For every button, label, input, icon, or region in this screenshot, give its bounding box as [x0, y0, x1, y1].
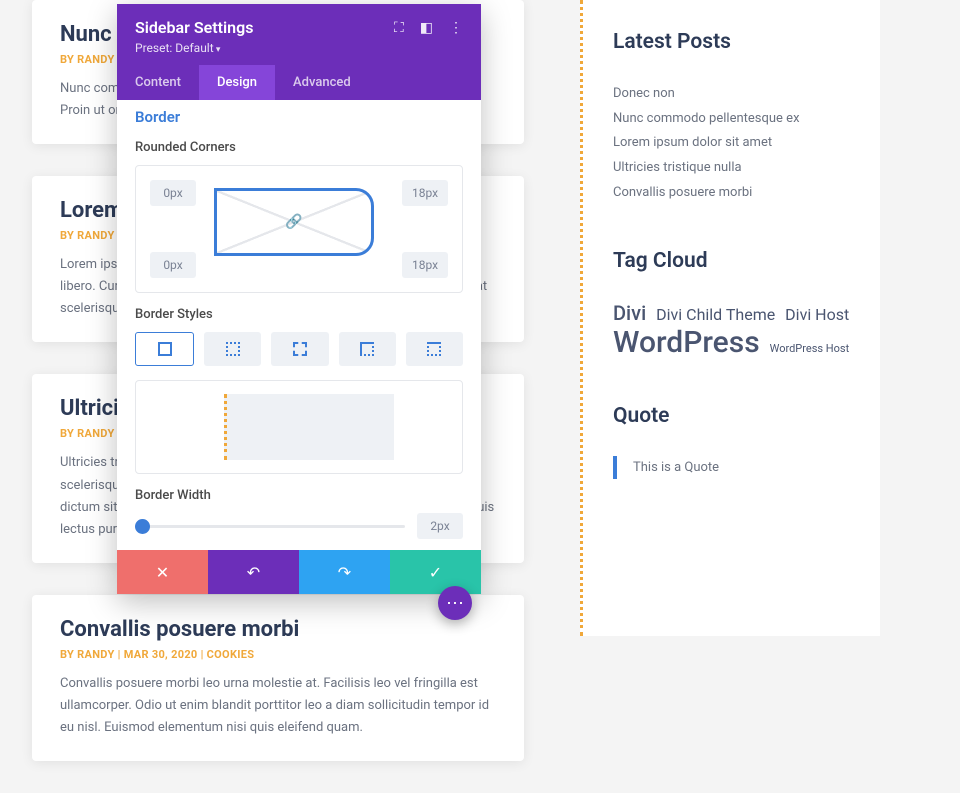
- latest-posts-title: Latest Posts: [613, 30, 856, 54]
- border-styles-label: Border Styles: [135, 307, 463, 322]
- post-link[interactable]: Nunc commodo pellentesque ex: [613, 107, 856, 132]
- undo-button[interactable]: ↶: [208, 550, 299, 594]
- redo-button[interactable]: ↷: [299, 550, 390, 594]
- rounded-corners-control: 🔗: [135, 165, 463, 293]
- focus-icon[interactable]: ⛶: [394, 20, 404, 36]
- save-button[interactable]: ✓: [390, 550, 481, 594]
- border-preview-box: [224, 394, 394, 460]
- post-link[interactable]: Convallis posuere morbi: [613, 181, 856, 206]
- border-style-all[interactable]: [135, 332, 194, 366]
- fab-more-icon[interactable]: ⋯: [438, 586, 472, 620]
- corner-top-right-input[interactable]: [402, 180, 448, 206]
- rounded-corners-label: Rounded Corners: [135, 140, 463, 155]
- corner-top-left-input[interactable]: [150, 180, 196, 206]
- tag-link[interactable]: Divi: [613, 301, 646, 325]
- tag-cloud-title: Tag Cloud: [613, 249, 856, 273]
- tab-advanced[interactable]: Advanced: [275, 65, 369, 100]
- tag-link[interactable]: Divi Host: [785, 305, 849, 324]
- border-width-input[interactable]: [417, 513, 463, 539]
- section-border[interactable]: Border: [135, 108, 463, 126]
- cancel-button[interactable]: ✕: [117, 550, 208, 594]
- border-width-slider[interactable]: [135, 525, 405, 528]
- border-width-row: [135, 513, 463, 539]
- more-icon[interactable]: ⋮: [449, 20, 463, 36]
- article-title[interactable]: Convallis posuere morbi: [60, 617, 496, 642]
- article-body: Convallis posuere morbi leo urna molesti…: [60, 673, 496, 739]
- settings-panel: Sidebar Settings ⛶ ◧ ⋮ Preset: Default C…: [117, 4, 481, 594]
- latest-posts-list: Donec non Nunc commodo pellentesque ex L…: [613, 82, 856, 205]
- corner-bottom-right-input[interactable]: [402, 252, 448, 278]
- corner-bottom-left-input[interactable]: [150, 252, 196, 278]
- panel-tabs: Content Design Advanced: [117, 65, 481, 100]
- quote-box: This is a Quote: [613, 456, 856, 479]
- tag-link[interactable]: WordPress: [613, 325, 760, 360]
- border-width-label: Border Width: [135, 488, 463, 503]
- border-style-preview: [135, 380, 463, 474]
- post-link[interactable]: Donec non: [613, 82, 856, 107]
- tab-design[interactable]: Design: [199, 65, 275, 100]
- quote-title: Quote: [613, 404, 856, 428]
- preset-dropdown[interactable]: Preset: Default: [135, 41, 463, 55]
- border-style-top[interactable]: [204, 332, 261, 366]
- corner-preview[interactable]: 🔗: [214, 188, 374, 256]
- post-link[interactable]: Lorem ipsum dolor sit amet: [613, 131, 856, 156]
- panel-action-bar: ✕ ↶ ↷ ✓: [117, 550, 481, 594]
- post-link[interactable]: Ultricies tristique nulla: [613, 156, 856, 181]
- tag-link[interactable]: Divi Child Theme: [656, 305, 775, 324]
- slider-thumb[interactable]: [135, 519, 150, 534]
- border-style-bottom[interactable]: [339, 332, 396, 366]
- border-style-left[interactable]: [406, 332, 463, 366]
- panel-header[interactable]: Sidebar Settings ⛶ ◧ ⋮ Preset: Default: [117, 4, 481, 65]
- columns-icon[interactable]: ◧: [420, 20, 433, 36]
- link-values-icon[interactable]: 🔗: [285, 214, 302, 230]
- article-card: Convallis posuere morbi BY RANDY | MAR 3…: [32, 595, 524, 761]
- panel-title: Sidebar Settings: [135, 18, 253, 37]
- panel-body: Border Rounded Corners 🔗 Border Styles B…: [117, 100, 481, 550]
- article-meta: BY RANDY | MAR 30, 2020 | COOKIES: [60, 648, 496, 661]
- border-style-right[interactable]: [271, 332, 328, 366]
- tag-link[interactable]: WordPress Host: [770, 342, 850, 355]
- tab-content[interactable]: Content: [117, 65, 199, 100]
- border-style-row: [135, 332, 463, 366]
- sidebar-widget-area: Latest Posts Donec non Nunc commodo pell…: [580, 0, 880, 636]
- tag-cloud: Divi Divi Child Theme Divi Host WordPres…: [613, 301, 856, 360]
